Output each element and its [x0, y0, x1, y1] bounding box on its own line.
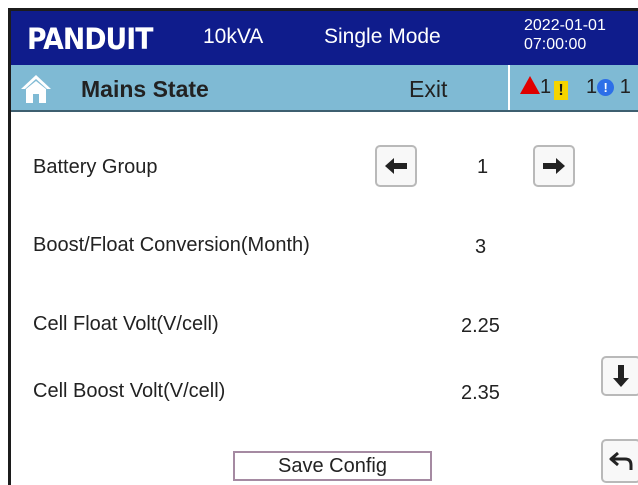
title-bar: Mains State Exit 1 ! 1! 1 [11, 65, 638, 112]
cell-boost-value[interactable]: 2.35 [461, 382, 500, 405]
return-button[interactable] [601, 439, 638, 483]
info-alarm: 1! 1 [586, 76, 631, 99]
critical-alarm-count: 1 [540, 76, 552, 98]
cell-float-value[interactable]: 2.25 [461, 315, 500, 338]
battery-group-prev-button[interactable] [375, 145, 417, 187]
info-alarm-count: 1 [619, 76, 631, 98]
datetime: 2022-01-01 07:00:00 [524, 16, 606, 54]
time-text: 07:00:00 [524, 36, 587, 53]
battery-group-value: 1 [477, 156, 489, 178]
exit-button[interactable]: Exit [409, 76, 447, 103]
cell-boost-label: Cell Boost Volt(V/cell) [33, 380, 226, 402]
arrow-left-icon [385, 158, 407, 174]
brand-logo: PANDUIT [27, 22, 153, 56]
save-config-button[interactable]: Save Config [233, 451, 432, 481]
battery-group-next-button[interactable] [533, 145, 575, 187]
scroll-down-button[interactable] [601, 356, 638, 396]
home-icon[interactable] [20, 73, 52, 105]
boost-float-value[interactable]: 3 [475, 236, 486, 259]
warning-alarm-count: 1 [586, 76, 598, 98]
critical-alarm-icon [520, 76, 540, 94]
cell-float-label: Cell Float Volt(V/cell) [33, 313, 219, 335]
date-text: 2022-01-01 [524, 17, 606, 34]
info-alarm-icon: ! [597, 79, 615, 96]
capacity-text: 10kVA [203, 25, 264, 48]
arrow-right-icon [543, 158, 565, 174]
mode-text: Single Mode [324, 25, 441, 48]
boost-float-label: Boost/Float Conversion(Month) [33, 234, 310, 256]
arrow-down-icon [613, 365, 629, 387]
battery-group-label: Battery Group [33, 156, 158, 178]
alarm-summary[interactable]: 1 ! 1! 1 [508, 65, 638, 110]
return-icon [609, 451, 633, 470]
top-status-bar: PANDUIT 10kVA Single Mode 2022-01-01 07:… [11, 11, 638, 65]
page-title: Mains State [81, 76, 209, 102]
warning-alarm: ! [554, 76, 568, 100]
screen-frame: PANDUIT 10kVA Single Mode 2022-01-01 07:… [8, 8, 638, 485]
critical-alarm: 1 [520, 76, 551, 99]
warning-alarm-icon: ! [554, 81, 568, 100]
